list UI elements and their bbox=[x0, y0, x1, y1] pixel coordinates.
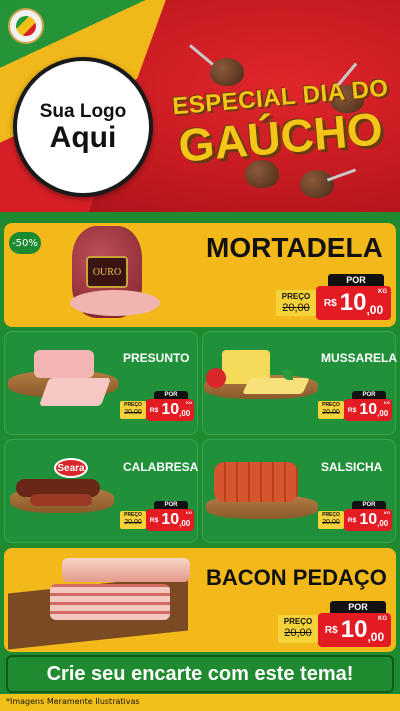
bombilla-decoration bbox=[189, 44, 214, 66]
disclaimer-text: *Imagens Meramente Ilustrativas bbox=[6, 697, 140, 706]
cta-label: Crie seu encarte com este tema! bbox=[46, 662, 354, 685]
current-price: R$ 10,00 KG bbox=[344, 399, 392, 421]
mortadela-slices bbox=[70, 290, 160, 316]
herb-decoration bbox=[283, 370, 293, 380]
old-price: PREÇO 20,00 bbox=[120, 401, 146, 419]
price-tag: PREÇO 20,00 POR R$ 10,00 KG bbox=[278, 601, 391, 647]
product-name: PRESUNTO bbox=[123, 351, 190, 365]
por-label: POR bbox=[154, 391, 188, 399]
por-label: POR bbox=[330, 601, 386, 613]
bacon-slices bbox=[50, 584, 170, 620]
bombilla-decoration bbox=[326, 168, 357, 182]
price-tag: PREÇO 20,00 POR R$ 10,00 KG bbox=[276, 274, 391, 320]
old-price: PREÇO 20,00 bbox=[318, 511, 344, 529]
old-price: PREÇO 20,00 bbox=[276, 290, 316, 316]
price-tag: PREÇO 20,00 POR R$ 10,00 KG bbox=[318, 501, 392, 531]
price-tag: PREÇO 20,00 POR R$ 10,00 KG bbox=[120, 391, 194, 421]
logo-placeholder[interactable]: Sua Logo Aqui bbox=[13, 57, 153, 197]
por-label: POR bbox=[328, 274, 384, 286]
calabresa-slices bbox=[30, 494, 92, 506]
promo-title: ESPECIAL DIA DO GAÚCHO bbox=[168, 75, 393, 172]
seara-brand-logo: Seara bbox=[54, 458, 88, 478]
tomato-decoration bbox=[206, 368, 226, 388]
por-label: POR bbox=[352, 391, 386, 399]
product-name: MUSSARELA bbox=[321, 351, 398, 365]
presunto-slices bbox=[38, 378, 112, 406]
price-tag: PREÇO 20,00 POR R$ 10,00 KG bbox=[318, 391, 392, 421]
header-banner: Sua Logo Aqui ESPECIAL DIA DO GAÚCHO bbox=[0, 0, 400, 212]
flyer-page: Sua Logo Aqui ESPECIAL DIA DO GAÚCHO -50… bbox=[0, 0, 400, 711]
product-name: SALSICHA bbox=[321, 460, 383, 474]
por-label: POR bbox=[154, 501, 188, 509]
chimarrao-gourd-icon bbox=[210, 58, 244, 86]
bacon-image bbox=[62, 558, 190, 582]
chimarrao-gourd-icon bbox=[300, 170, 334, 198]
presunto-image bbox=[34, 350, 94, 378]
old-price: PREÇO 20,00 bbox=[318, 401, 344, 419]
brand-label: OURO bbox=[86, 256, 128, 288]
price-tag: PREÇO 20,00 POR R$ 10,00 KG bbox=[120, 501, 194, 531]
discount-badge: -50% bbox=[9, 232, 41, 254]
product-name: CALABRESA bbox=[123, 460, 199, 474]
current-price: R$ 10,00 KG bbox=[146, 399, 194, 421]
current-price: R$ 10,00 KG bbox=[146, 509, 194, 531]
logo-line-2: Aqui bbox=[49, 121, 117, 154]
por-label: POR bbox=[352, 501, 386, 509]
logo-line-1: Sua Logo bbox=[39, 101, 127, 122]
cta-button[interactable]: Crie seu encarte com este tema! bbox=[6, 655, 394, 693]
salsicha-image bbox=[214, 462, 298, 502]
current-price: R$ 10,00 KG bbox=[316, 286, 391, 320]
current-price: R$ 10,00 KG bbox=[318, 613, 391, 647]
old-price: PREÇO 20,00 bbox=[278, 615, 318, 643]
current-price: R$ 10,00 KG bbox=[344, 509, 392, 531]
mussarela-slices bbox=[242, 378, 310, 394]
old-price: PREÇO 20,00 bbox=[120, 511, 146, 529]
product-name: MORTADELA bbox=[206, 232, 383, 263]
product-name: BACON PEDAÇO bbox=[206, 565, 387, 590]
gaucho-emblem-icon bbox=[8, 8, 44, 44]
